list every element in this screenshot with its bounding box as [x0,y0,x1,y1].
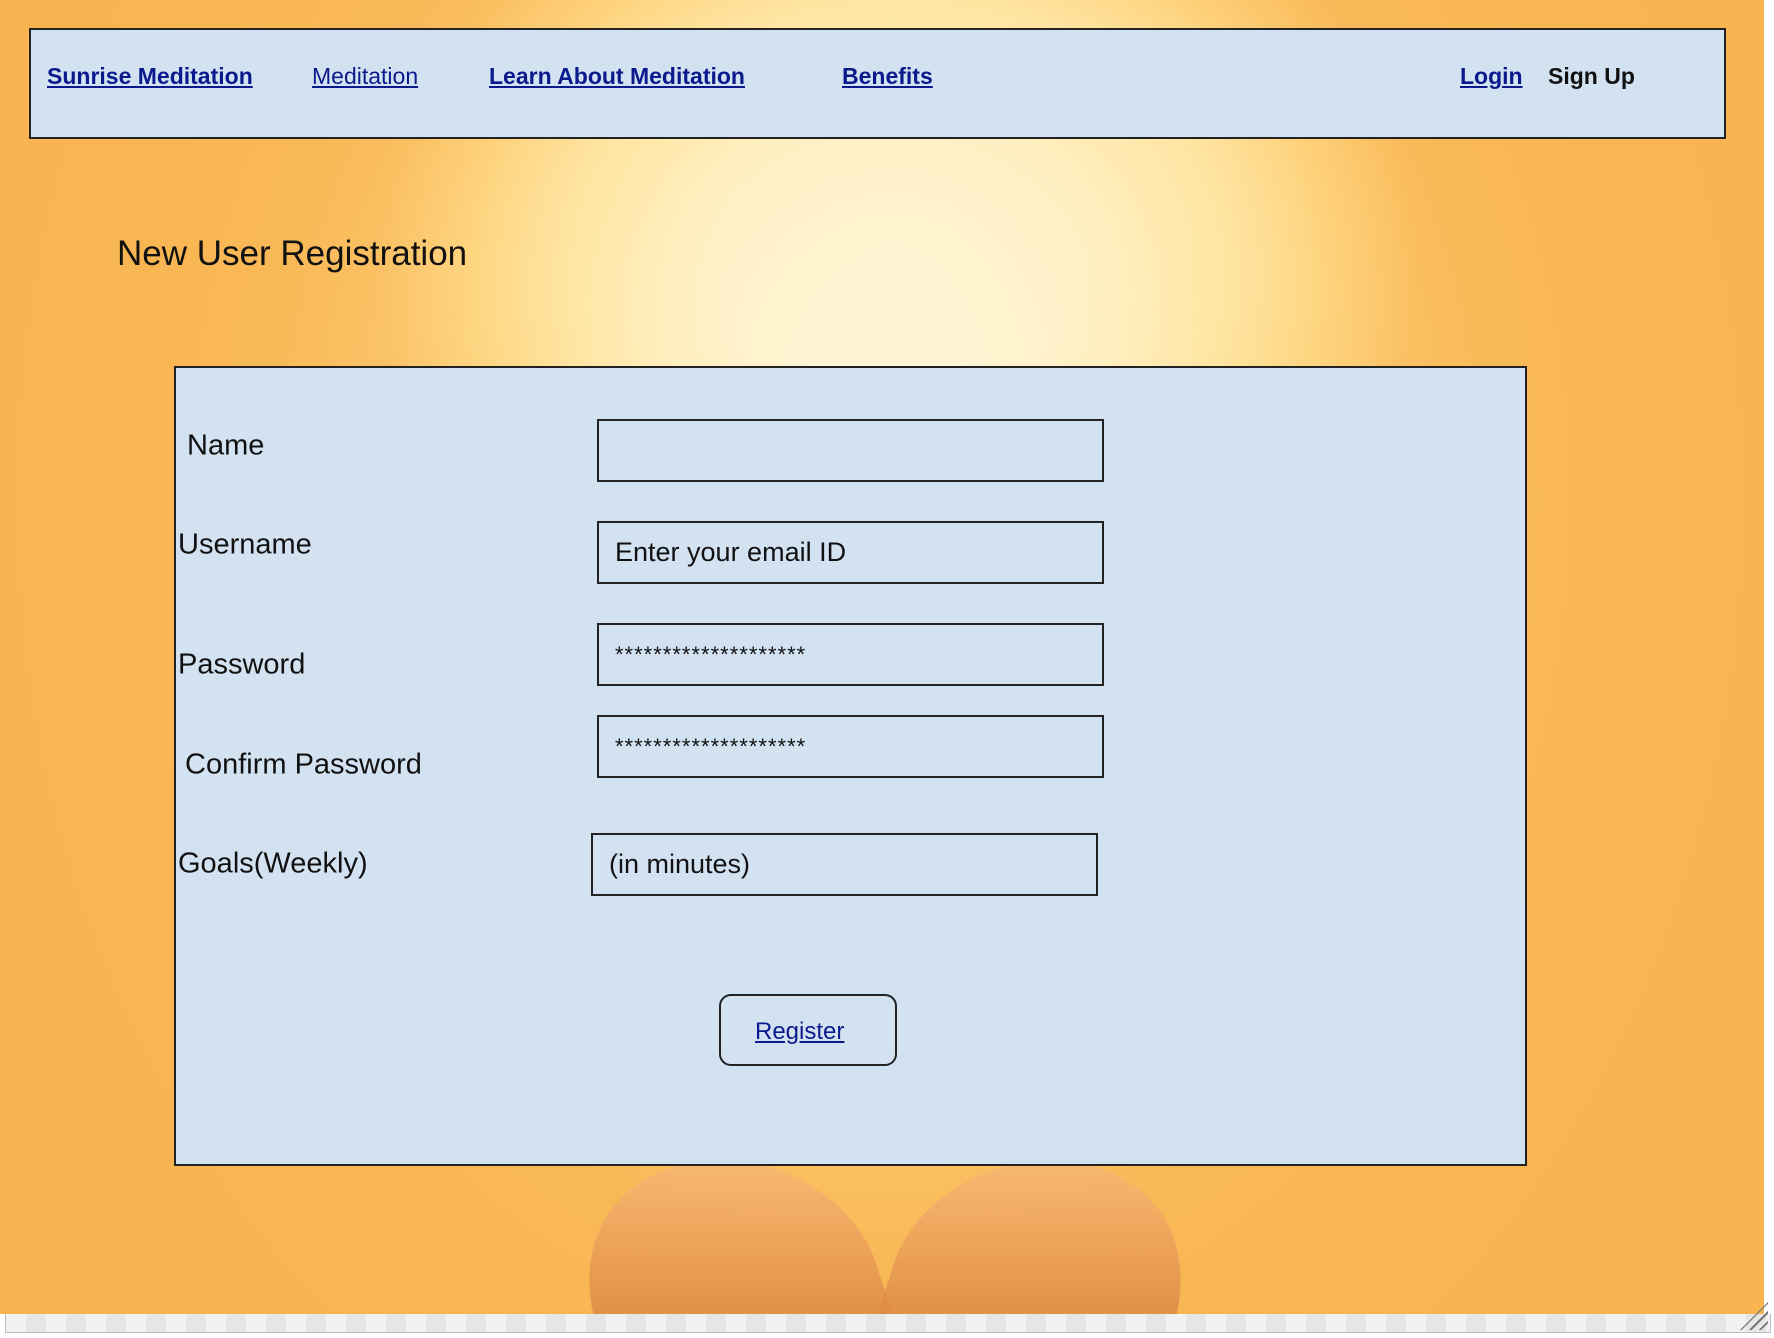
nav-link-learn-about-meditation[interactable]: Learn About Meditation [489,62,745,90]
register-button[interactable]: Register [719,994,897,1066]
window-bottom-edge [5,1314,1771,1333]
username-input[interactable] [597,521,1104,584]
nav-link-benefits[interactable]: Benefits [842,62,933,90]
password-label: Password [178,648,306,681]
register-button-label: Register [755,1018,845,1045]
nav-link-login[interactable]: Login [1460,62,1523,90]
weekly-goals-input[interactable] [591,833,1098,896]
name-label: Name [187,429,265,462]
page-title: New User Registration [117,234,468,273]
password-input[interactable] [597,623,1104,686]
username-label: Username [178,528,312,561]
name-input[interactable] [597,419,1104,482]
weekly-goals-label: Goals(Weekly) [178,847,368,880]
confirm-password-input[interactable] [597,715,1104,778]
page-background: Sunrise Meditation Meditation Learn Abou… [0,0,1764,1314]
nav-link-meditation[interactable]: Meditation [312,62,418,90]
confirm-password-label: Confirm Password [185,748,422,781]
nav-brand-link[interactable]: Sunrise Meditation [47,62,253,90]
nav-signup-current[interactable]: Sign Up [1548,62,1635,90]
